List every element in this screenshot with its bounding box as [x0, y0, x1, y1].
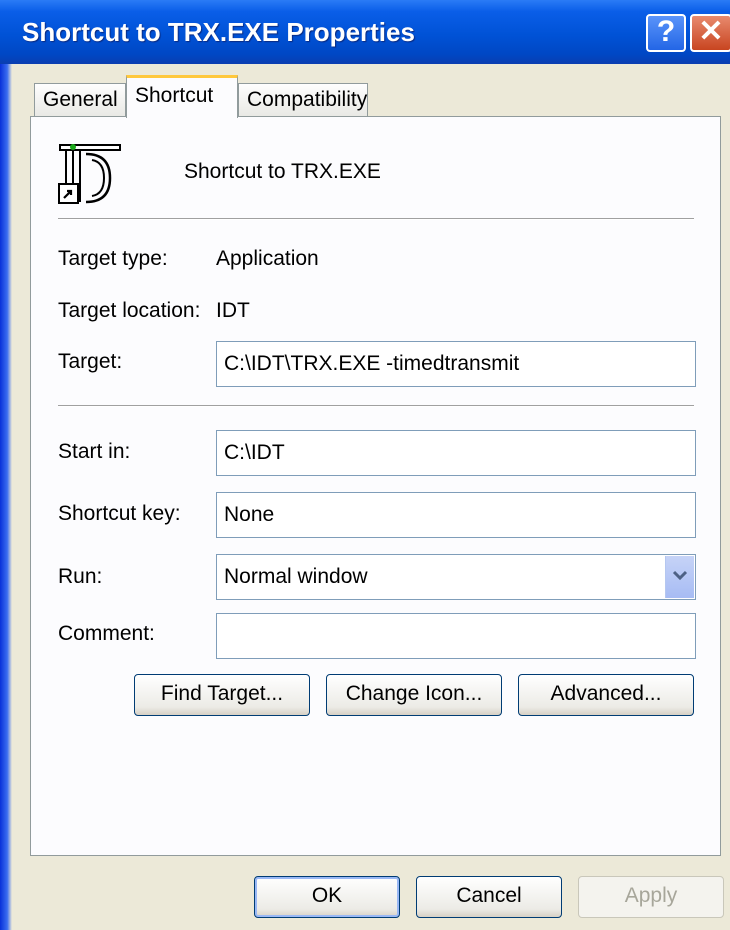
tab-shortcut[interactable]: Shortcut	[126, 75, 238, 118]
cancel-button[interactable]: Cancel	[416, 876, 562, 918]
shortcut-program-icon	[56, 140, 124, 210]
target-location-label: Target location:	[58, 299, 201, 322]
run-dropdown-button[interactable]	[665, 556, 694, 598]
separator-middle	[58, 405, 694, 407]
target-location-value: IDT	[216, 299, 250, 322]
window-left-border	[0, 0, 12, 930]
start-in-field[interactable]: C:\IDT	[216, 430, 696, 476]
find-target-button[interactable]: Find Target...	[134, 674, 310, 716]
target-label: Target:	[58, 350, 123, 373]
comment-label: Comment:	[58, 622, 155, 645]
run-select-value: Normal window	[224, 565, 368, 588]
close-button[interactable]: ✕	[690, 14, 730, 52]
shortcut-tab-panel	[30, 116, 721, 856]
ok-button[interactable]: OK	[254, 876, 400, 918]
target-type-label: Target type:	[58, 247, 168, 270]
title-bar[interactable]: Shortcut to TRX.EXE Properties ? ✕	[0, 0, 730, 64]
start-in-label: Start in:	[58, 440, 131, 463]
run-select[interactable]: Normal window	[216, 554, 696, 600]
chevron-down-icon	[672, 570, 688, 581]
run-label: Run:	[58, 565, 103, 588]
shortcut-name: Shortcut to TRX.EXE	[184, 160, 381, 183]
apply-button[interactable]: Apply	[578, 876, 724, 918]
target-type-value: Application	[216, 247, 319, 270]
shortcut-key-field[interactable]: None	[216, 492, 696, 538]
target-field[interactable]: C:\IDT\TRX.EXE -timedtransmit	[216, 341, 696, 387]
advanced-button[interactable]: Advanced...	[518, 674, 694, 716]
close-icon: ✕	[698, 15, 724, 48]
shortcut-key-label: Shortcut key:	[58, 502, 181, 525]
help-button[interactable]: ?	[646, 14, 686, 52]
separator-top	[58, 218, 694, 220]
comment-field[interactable]	[216, 613, 696, 659]
change-icon-button[interactable]: Change Icon...	[326, 674, 502, 716]
window-title: Shortcut to TRX.EXE Properties	[22, 17, 415, 47]
tab-compatibility[interactable]: Compatibility	[238, 83, 368, 117]
tab-general[interactable]: General	[34, 83, 126, 117]
